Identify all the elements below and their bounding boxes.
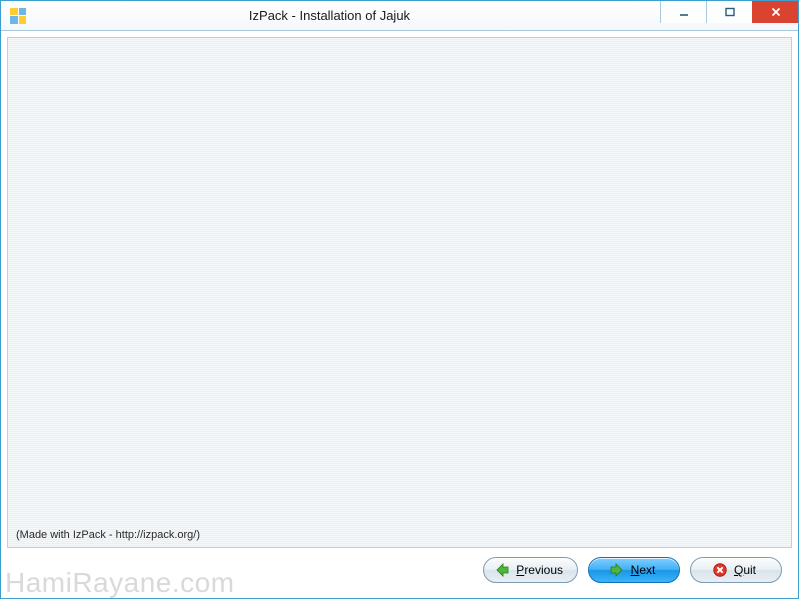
window-title: IzPack - Installation of Jajuk <box>1 8 658 23</box>
maximize-icon <box>724 6 736 18</box>
arrow-right-icon <box>609 562 625 578</box>
installer-window: IzPack - Installation of Jajuk (Made wit… <box>0 0 799 599</box>
next-button[interactable]: Next <box>588 557 680 583</box>
arrow-left-icon <box>494 562 510 578</box>
titlebar: IzPack - Installation of Jajuk <box>1 1 798 31</box>
quit-button[interactable]: Quit <box>690 557 782 583</box>
previous-button[interactable]: Previous <box>483 557 578 583</box>
maximize-button[interactable] <box>706 1 752 23</box>
close-button[interactable] <box>752 1 798 23</box>
next-button-label: Next <box>631 563 656 577</box>
minimize-icon <box>678 6 690 18</box>
close-circle-icon <box>712 562 728 578</box>
content-panel: (Made with IzPack - http://izpack.org/) <box>7 37 792 548</box>
window-controls <box>660 1 798 23</box>
wizard-button-row: Previous Next Quit <box>7 548 792 592</box>
previous-button-label: Previous <box>516 563 563 577</box>
client-area: (Made with IzPack - http://izpack.org/) … <box>1 31 798 598</box>
minimize-button[interactable] <box>660 1 706 23</box>
izpack-credit: (Made with IzPack - http://izpack.org/) <box>16 529 200 541</box>
quit-button-label: Quit <box>734 563 756 577</box>
close-icon <box>770 6 782 18</box>
